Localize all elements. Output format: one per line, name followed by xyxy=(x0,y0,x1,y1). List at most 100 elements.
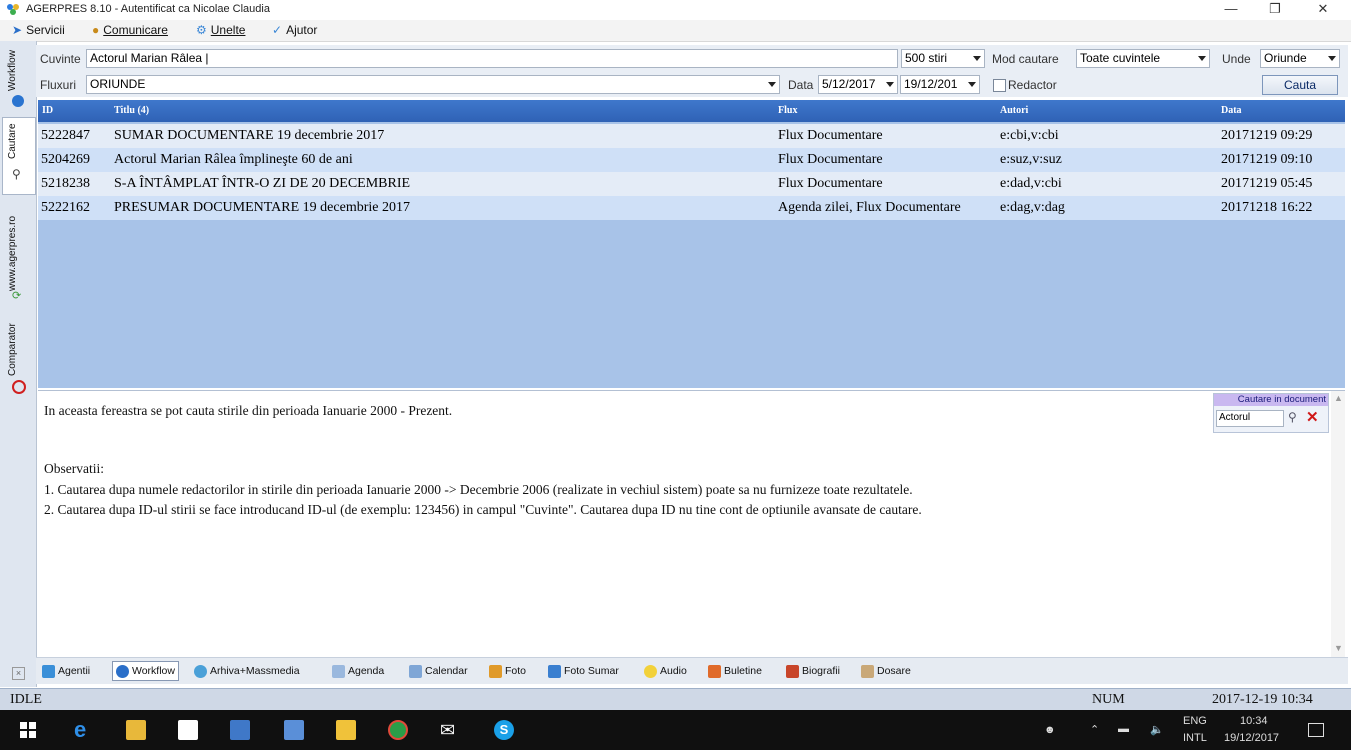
folder-icon xyxy=(861,664,874,678)
tab-arhiva-massmedia[interactable]: Arhiva+Massmedia xyxy=(194,662,300,680)
clock-time[interactable]: 10:34 xyxy=(1240,715,1268,727)
workflow-icon xyxy=(12,95,24,107)
no-entry-icon xyxy=(12,380,26,394)
agenda-icon xyxy=(332,664,345,678)
cell-autori: e:suz,v:suz xyxy=(1000,152,1062,167)
find-icon[interactable]: ⚲ xyxy=(1288,410,1297,424)
workflow-icon xyxy=(116,664,129,678)
language-code[interactable]: ENG xyxy=(1183,715,1207,727)
table-row[interactable]: 5204269 Actorul Marian Râlea împlineşte … xyxy=(38,148,1345,172)
cell-titlu: PRESUMAR DOCUMENTARE 19 decembrie 2017 xyxy=(114,200,410,215)
mail-app-icon[interactable] xyxy=(336,720,356,740)
notifications-icon[interactable] xyxy=(1308,723,1324,737)
menu-comunicare[interactable]: ● Comunicare xyxy=(92,23,168,37)
windows-start-icon[interactable] xyxy=(18,720,38,740)
status-bar: IDLE NUM 2017-12-19 10:34 xyxy=(0,688,1351,711)
close-button[interactable]: ✕ xyxy=(1301,0,1345,20)
battery-icon[interactable]: ▬ xyxy=(1118,723,1129,735)
windows-taskbar: e ✉ S ☻ ⌃ ▬ 🔈 ENG INTL 10:34 19/12/2017 xyxy=(0,710,1351,750)
agerpres-app-icon[interactable] xyxy=(284,720,304,740)
scroll-down-icon[interactable]: ▼ xyxy=(1334,643,1343,653)
people-icon[interactable]: ☻ xyxy=(1044,724,1056,736)
date-to-select[interactable]: 19/12/201 xyxy=(900,75,980,94)
photo-summary-icon xyxy=(548,664,561,678)
menu-ajutor[interactable]: ✓ Ajutor xyxy=(272,23,317,37)
menu-unelte[interactable]: ⚙ Unelte xyxy=(196,23,245,37)
cell-flux: Agenda zilei, Flux Documentare xyxy=(778,200,961,215)
cell-data: 20171219 09:29 xyxy=(1221,128,1313,143)
volume-icon[interactable]: 🔈 xyxy=(1150,723,1164,736)
tab-workflow[interactable]: Workflow xyxy=(112,661,179,681)
header-titlu[interactable]: Titlu (4) xyxy=(114,105,149,116)
vtab-workflow[interactable]: Workflow xyxy=(7,50,18,91)
data-label: Data xyxy=(788,78,814,92)
table-row[interactable]: 5218238 S-A ÎNTÂMPLAT ÎNTR-O ZI DE 20 DE… xyxy=(38,172,1345,196)
app-logo-icon xyxy=(7,4,19,15)
cuvinte-input[interactable]: Actorul Marian Râlea | xyxy=(86,49,898,68)
menu-servicii[interactable]: ➤ Servicii xyxy=(12,23,65,37)
grid-header: ID Titlu (4) Flux Autori Data xyxy=(38,100,1345,122)
tools-icon: ⚙ xyxy=(196,23,207,37)
scroll-up-icon[interactable]: ▲ xyxy=(1334,393,1343,403)
envelope-icon[interactable]: ✉ xyxy=(440,720,460,740)
file-explorer-icon[interactable] xyxy=(126,720,146,740)
clear-icon[interactable]: ✕ xyxy=(1306,408,1319,426)
keyboard-layout[interactable]: INTL xyxy=(1183,732,1207,744)
unde-select[interactable]: Oriunde xyxy=(1260,49,1340,68)
tab-foto-sumar[interactable]: Foto Sumar xyxy=(548,662,619,680)
store-icon[interactable] xyxy=(178,720,198,740)
vtab-cautare[interactable]: Cautare xyxy=(7,123,18,159)
fluxuri-label: Fluxuri xyxy=(40,78,77,92)
arrow-icon: ➤ xyxy=(12,23,23,37)
tab-buletine[interactable]: Buletine xyxy=(708,662,762,680)
collapse-icon[interactable]: × xyxy=(12,667,25,680)
count-select[interactable]: 500 stiri xyxy=(901,49,985,68)
table-row[interactable]: 5222162 PRESUMAR DOCUMENTARE 19 decembri… xyxy=(38,196,1345,220)
minimize-button[interactable]: — xyxy=(1209,0,1253,20)
skype-icon[interactable]: S xyxy=(494,720,514,740)
document-search-input[interactable]: Actorul xyxy=(1216,410,1284,427)
users-icon: ● xyxy=(92,23,100,37)
cell-titlu: Actorul Marian Râlea împlineşte 60 de an… xyxy=(114,152,353,167)
vtab-comparator[interactable]: Comparator xyxy=(7,323,18,376)
bulletins-icon xyxy=(708,664,721,678)
tab-dosare[interactable]: Dosare xyxy=(861,662,911,680)
cell-flux: Flux Documentare xyxy=(778,152,883,167)
edge-browser-icon[interactable]: e xyxy=(74,719,94,741)
tab-audio[interactable]: Audio xyxy=(644,662,687,680)
clock-date[interactable]: 19/12/2017 xyxy=(1224,732,1279,744)
chrome-icon[interactable] xyxy=(388,720,408,740)
fluxuri-select[interactable]: ORIUNDE xyxy=(86,75,780,94)
cauta-button[interactable]: Cauta xyxy=(1262,75,1338,95)
redactor-checkbox[interactable] xyxy=(993,79,1006,92)
chevron-down-icon xyxy=(973,56,981,61)
date-from-select[interactable]: 5/12/2017 xyxy=(818,75,898,94)
header-id[interactable]: ID xyxy=(42,105,53,116)
mod-cautare-select[interactable]: Toate cuvintele xyxy=(1076,49,1210,68)
cell-autori: e:cbi,v:cbi xyxy=(1000,128,1059,143)
info-scrollbar[interactable]: ▲ ▼ xyxy=(1331,391,1345,657)
agencies-icon xyxy=(42,664,55,678)
cell-data: 20171219 05:45 xyxy=(1221,176,1313,191)
maximize-button[interactable]: ❐ xyxy=(1253,0,1297,20)
header-flux[interactable]: Flux xyxy=(778,105,797,116)
help-icon: ✓ xyxy=(272,23,283,37)
chevron-down-icon xyxy=(1328,56,1336,61)
info-intro: In aceasta fereastra se pot cauta stiril… xyxy=(44,403,453,418)
tab-calendar[interactable]: Calendar xyxy=(409,662,468,680)
status-num: NUM xyxy=(1092,692,1125,707)
info-panel: In aceasta fereastra se pot cauta stiril… xyxy=(38,390,1345,657)
header-autori[interactable]: Autori xyxy=(1000,105,1028,116)
document-search-box: Cautare in document Actorul ⚲ ✕ xyxy=(1213,393,1329,433)
app-window-icon[interactable] xyxy=(230,720,250,740)
info-observatii-title: Observatii: xyxy=(44,461,104,476)
vtab-agerpres-web[interactable]: www.agerpres.ro xyxy=(7,216,18,291)
table-row[interactable]: 5222847 SUMAR DOCUMENTARE 19 decembrie 2… xyxy=(38,124,1345,148)
tab-biografii[interactable]: Biografii xyxy=(786,662,840,680)
tab-agenda[interactable]: Agenda xyxy=(332,662,384,680)
tab-foto[interactable]: Foto xyxy=(489,662,526,680)
tray-chevron-up-icon[interactable]: ⌃ xyxy=(1090,723,1099,736)
header-data[interactable]: Data xyxy=(1221,105,1242,116)
tab-agentii[interactable]: Agentii xyxy=(42,662,90,680)
biography-icon xyxy=(786,664,799,678)
